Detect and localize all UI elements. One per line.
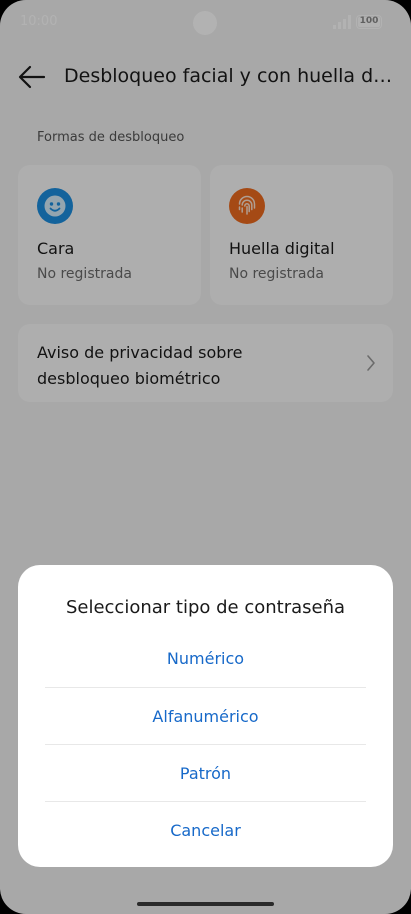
screen: 10:00 100 Desbloqueo facial y con huella… <box>0 0 411 914</box>
option-alphanumeric[interactable]: Alfanumérico <box>45 687 366 744</box>
dialog-title: Seleccionar tipo de contraseña <box>65 597 346 618</box>
cancel-button[interactable]: Cancelar <box>45 801 366 858</box>
option-numeric[interactable]: Numérico <box>45 630 366 687</box>
home-indicator[interactable] <box>137 902 274 906</box>
option-pattern[interactable]: Patrón <box>45 744 366 801</box>
password-type-dialog: Seleccionar tipo de contraseña Numérico … <box>18 565 393 867</box>
